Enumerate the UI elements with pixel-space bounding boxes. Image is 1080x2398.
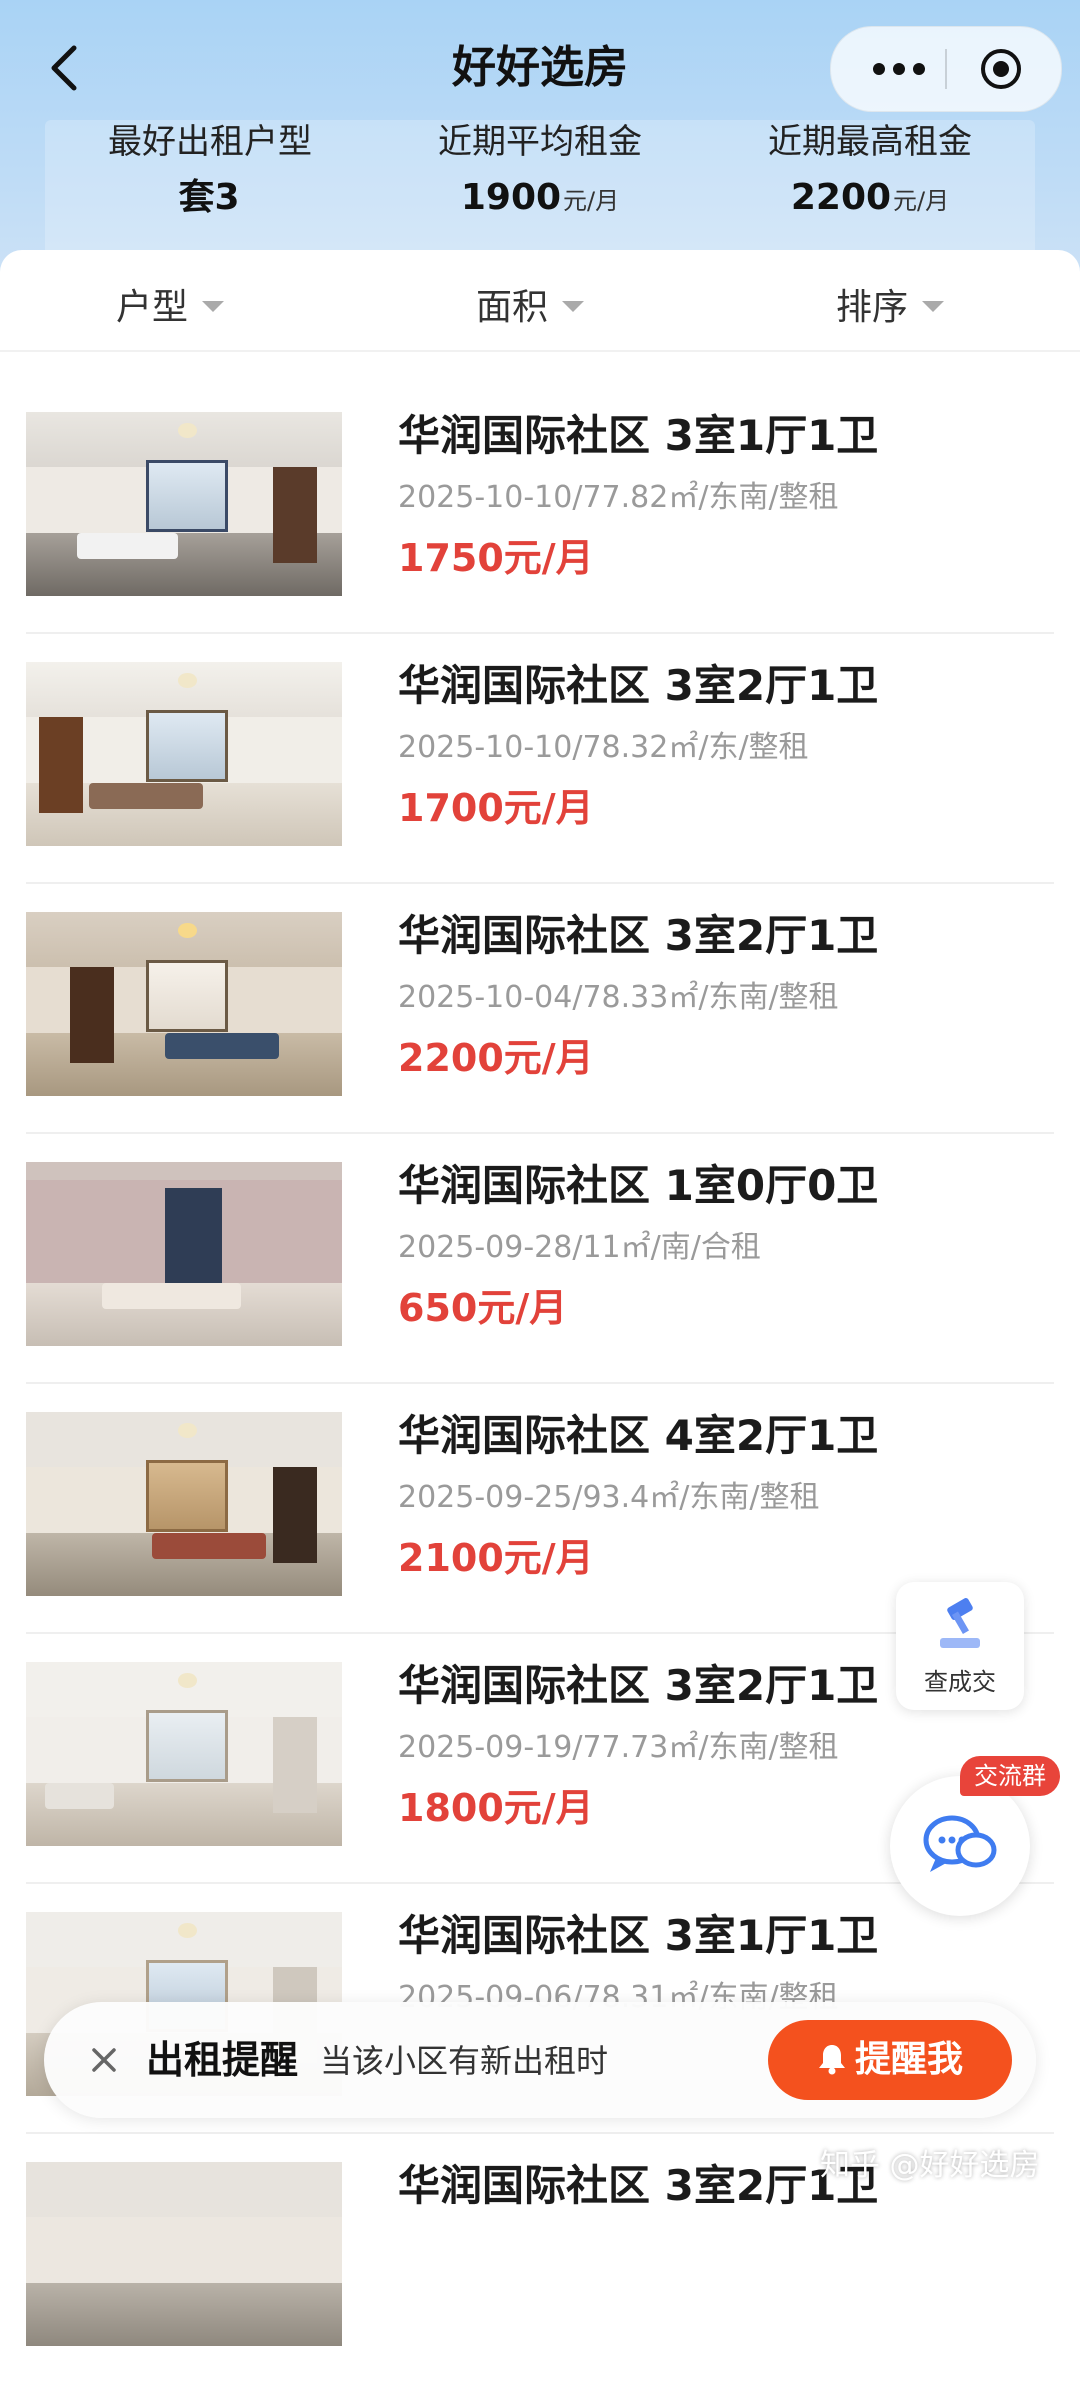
listing-meta: 2025-10-10/77.82㎡/东南/整租 (398, 480, 839, 515)
listing-price: 1750元/月 (398, 536, 594, 580)
filter-label: 户型 (116, 287, 189, 328)
remind-me-button[interactable]: 提醒我 (768, 2020, 1012, 2100)
dropdown-triangle-icon (202, 300, 225, 312)
target-icon (981, 49, 1021, 89)
listing-meta: 2025-09-19/77.73㎡/东南/整租 (398, 1730, 839, 1765)
listing-photo (26, 1162, 342, 1346)
listing-price: 2200元/月 (398, 1036, 594, 1080)
listing-photo (26, 1662, 342, 1846)
listing-title: 华润国际社区 1室0厅0卫 (398, 1161, 879, 1210)
divider (26, 1132, 1054, 1134)
check-deals-button[interactable]: 查成交 (896, 1582, 1024, 1710)
rent-stats: 最好出租户型 套3 近期平均租金 1900元/月 近期最高租金 2200元/月 (45, 120, 1035, 270)
listing-title: 华润国际社区 3室2厅1卫 (398, 661, 879, 710)
filter-area[interactable]: 面积 (476, 278, 585, 330)
listing-price: 650元/月 (398, 1286, 568, 1330)
divider (26, 1382, 1054, 1384)
stat-average-rent: 近期平均租金 1900元/月 (375, 120, 705, 229)
listing-item[interactable]: 华润国际社区 3室2厅1卫 2025-10-10/78.32㎡/东/整租 170… (0, 648, 1080, 898)
capsule-divider (945, 49, 947, 89)
miniprogram-capsule (830, 26, 1062, 112)
filter-label: 面积 (476, 287, 549, 328)
listing-meta: 2025-09-25/93.4㎡/东南/整租 (398, 1480, 820, 1515)
listing-photo (26, 2162, 342, 2346)
gavel-icon (940, 1598, 980, 1648)
remind-me-label: 提醒我 (854, 2039, 963, 2080)
close-reminder-button[interactable] (84, 2040, 124, 2080)
dropdown-triangle-icon (562, 300, 585, 312)
listing-title: 华润国际社区 4室2厅1卫 (398, 1411, 879, 1460)
listing-item[interactable]: 华润国际社区 1室0厅0卫 2025-09-28/11㎡/南/合租 650元/月 (0, 1148, 1080, 1398)
more-dots-icon (873, 63, 885, 75)
filter-sort[interactable]: 排序 (836, 278, 945, 330)
listing-title: 华润国际社区 3室1厅1卫 (398, 1911, 879, 1960)
dropdown-triangle-icon (922, 300, 945, 312)
listing-title: 华润国际社区 3室2厅1卫 (398, 2161, 879, 2210)
rent-reminder-bar: 出租提醒 当该小区有新出租时 提醒我 (44, 2002, 1036, 2118)
stat-value: 1900元/月 (460, 177, 620, 218)
listing-item[interactable]: 华润国际社区 3室1厅1卫 2025-10-10/77.82㎡/东南/整租 17… (0, 398, 1080, 648)
listing-title: 华润国际社区 3室1厅1卫 (398, 411, 879, 460)
divider (26, 882, 1054, 884)
stat-label: 近期最高租金 (768, 122, 972, 162)
filter-layout[interactable]: 户型 (116, 278, 225, 330)
stat-value: 套3 (178, 177, 240, 218)
stat-label: 近期平均租金 (438, 122, 642, 162)
chat-bubbles-icon (923, 1815, 997, 1872)
content-panel: 户型 面积 排序 华润国际社区 3室1厅1卫 2025-10-10/77.82㎡… (0, 250, 1080, 2346)
listing-photo (26, 1412, 342, 1596)
check-deals-label: 查成交 (924, 1668, 996, 1696)
listing-price: 2100元/月 (398, 1536, 594, 1580)
filter-bar: 户型 面积 排序 (0, 250, 1080, 352)
watermark: 知乎 @好好选房 (820, 2148, 1040, 2183)
reminder-description: 当该小区有新出租时 (320, 2042, 609, 2080)
listing-title: 华润国际社区 3室2厅1卫 (398, 911, 879, 960)
listing-item[interactable]: 华润国际社区 3室2厅1卫 2025-10-04/78.33㎡/东南/整租 22… (0, 898, 1080, 1148)
listing-photo (26, 662, 342, 846)
close-icon (92, 2048, 116, 2072)
stat-value: 2200元/月 (790, 177, 950, 218)
listing-price: 1800元/月 (398, 1786, 594, 1830)
listing-photo (26, 412, 342, 596)
listing-photo (26, 912, 342, 1096)
stat-label: 最好出租户型 (108, 122, 312, 162)
more-button[interactable] (859, 45, 939, 93)
listing-item[interactable]: 华润国际社区 3室2厅1卫 (0, 2148, 1080, 2398)
stat-highest-rent: 近期最高租金 2200元/月 (705, 120, 1035, 229)
listing-meta: 2025-10-10/78.32㎡/东/整租 (398, 730, 809, 765)
listing-price: 1700元/月 (398, 786, 594, 830)
divider (26, 632, 1054, 634)
listing-title: 华润国际社区 3室2厅1卫 (398, 1661, 879, 1710)
listing-meta: 2025-09-28/11㎡/南/合租 (398, 1230, 761, 1265)
listing-meta: 2025-10-04/78.33㎡/东南/整租 (398, 980, 839, 1015)
filter-label: 排序 (836, 287, 909, 328)
divider (26, 2132, 1054, 2134)
bell-icon (818, 2045, 845, 2075)
stat-best-layout: 最好出租户型 套3 (45, 120, 375, 229)
chat-group-button[interactable] (890, 1776, 1030, 1916)
reminder-title: 出租提醒 (146, 2038, 299, 2082)
chat-group-badge[interactable]: 交流群 (960, 1756, 1060, 1796)
close-miniprogram-button[interactable] (979, 47, 1023, 91)
